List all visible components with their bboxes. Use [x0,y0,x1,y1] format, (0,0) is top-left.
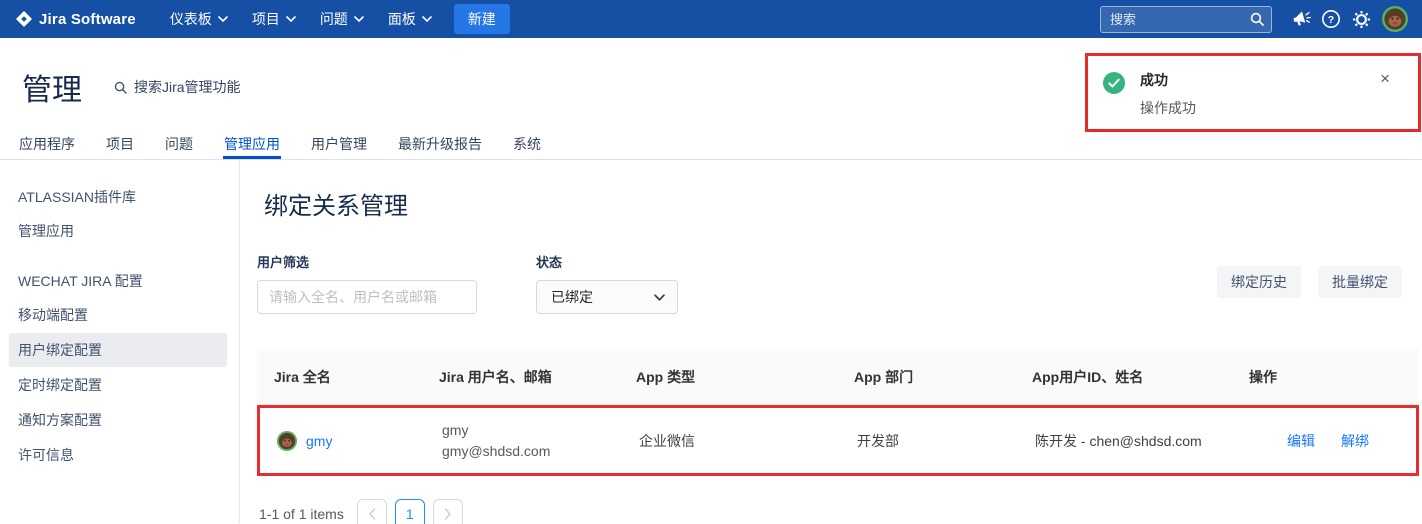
nav-item-label: 项目 [252,9,280,29]
toast-texts: 成功 操作成功 [1140,70,1196,128]
nav-item-boards[interactable]: 面板 [376,0,444,38]
megaphone-icon[interactable] [1286,4,1316,34]
cell-app-department: 开发部 [840,408,1018,473]
sidebar-item-notification-scheme-config[interactable]: 通知方案配置 [9,403,227,437]
table-row-annotation-box: gmy gmy gmy@shdsd.com 企业微信 开发部 陈开发 - che… [257,405,1419,476]
chevron-right-icon [444,508,452,520]
cell-username-email: gmy gmy@shdsd.com [425,408,622,473]
filter-actions: 绑定历史 批量绑定 [1217,266,1402,298]
column-header-app-userid-name: App用户ID、姓名 [1015,349,1232,404]
unbind-link[interactable]: 解绑 [1341,431,1369,451]
chevron-down-icon [654,294,665,301]
status-filter: 状态 已绑定 [536,252,678,314]
logo-text: Jira Software [39,11,136,28]
sidebar-item-manage-apps[interactable]: 管理应用 [9,214,227,248]
chevron-down-icon [422,16,432,22]
chevron-down-icon [218,16,228,22]
pagination-summary: 1-1 of 1 items [259,506,344,522]
nav-item-label: 仪表板 [170,9,212,29]
admin-search[interactable]: 搜索Jira管理功能 [114,77,241,97]
column-header-actions: 操作 [1232,349,1419,404]
svg-text:?: ? [1328,14,1334,26]
tab-applications[interactable]: 应用程序 [18,130,76,159]
create-button[interactable]: 新建 [454,4,510,34]
chevron-down-icon [354,16,364,22]
toast-message: 操作成功 [1140,98,1196,118]
admin-tabs: 应用程序 项目 问题 管理应用 用户管理 最新升级报告 系统 [0,130,1422,160]
page-title: 管理 [22,65,82,109]
search-icon [1250,12,1264,31]
toast-annotation-box: 成功 操作成功 × [1085,53,1421,132]
sidebar-item-license-info[interactable]: 许可信息 [9,438,227,472]
table-header-row: Jira 全名 Jira 用户名、邮箱 App 类型 App 部门 App用户I… [257,349,1419,405]
nav-item-label: 面板 [388,9,416,29]
sidebar-header-wechat-jira-config: WECHAT JIRA 配置 [9,264,227,298]
nav-search-input[interactable] [1100,6,1272,33]
main-content: 绑定关系管理 用户筛选 状态 已绑定 绑定历史 批量绑定 [240,160,1422,523]
row-username: gmy [442,422,468,438]
toast-title: 成功 [1140,70,1196,90]
column-header-app-type: App 类型 [619,349,837,404]
sidebar-header-atlassian-marketplace: ATLASSIAN插件库 [9,180,227,214]
column-header-jira-fullname: Jira 全名 [257,349,422,404]
help-icon[interactable]: ? [1316,4,1346,34]
pagination-page-1-button[interactable]: 1 [395,499,425,524]
tab-system[interactable]: 系统 [512,130,542,159]
jira-diamond-icon [16,11,32,27]
chevron-down-icon [286,16,296,22]
body: ATLASSIAN插件库 管理应用 WECHAT JIRA 配置 移动端配置 用… [0,160,1422,523]
top-nav: Jira Software 仪表板 项目 问题 面板 新建 ? [0,0,1422,38]
binding-table: Jira 全名 Jira 用户名、邮箱 App 类型 App 部门 App用户I… [257,349,1419,476]
nav-item-dashboards[interactable]: 仪表板 [158,0,240,38]
cell-app-user: 陈开发 - chen@shdsd.com [1018,408,1235,473]
user-filter-input[interactable] [257,280,477,314]
gear-icon[interactable] [1346,4,1376,34]
filters-row: 用户筛选 状态 已绑定 绑定历史 批量绑定 [257,252,1420,314]
batch-binding-button[interactable]: 批量绑定 [1318,266,1402,298]
close-icon[interactable]: × [1380,70,1390,87]
row-avatar [277,431,297,451]
table-row: gmy gmy gmy@shdsd.com 企业微信 开发部 陈开发 - che… [260,408,1416,473]
user-profile-link[interactable]: gmy [306,433,332,449]
search-icon [114,81,127,94]
nav-item-label: 问题 [320,9,348,29]
user-avatar[interactable] [1382,6,1408,32]
status-select-value: 已绑定 [551,287,593,307]
tab-issues[interactable]: 问题 [164,130,194,159]
nav-item-projects[interactable]: 项目 [240,0,308,38]
cell-actions: 编辑 解绑 [1235,408,1416,473]
cell-jira-fullname: gmy [260,408,425,473]
sidebar-item-mobile-config[interactable]: 移动端配置 [9,298,227,332]
tab-user-management[interactable]: 用户管理 [310,130,368,159]
row-email: gmy@shdsd.com [442,443,550,459]
sidebar-item-scheduled-binding-config[interactable]: 定时绑定配置 [9,368,227,402]
tab-manage-apps[interactable]: 管理应用 [223,130,281,159]
user-filter: 用户筛选 [257,252,477,314]
admin-search-hint: 搜索Jira管理功能 [134,77,241,97]
nav-search [1100,6,1272,33]
status-select[interactable]: 已绑定 [536,280,678,314]
sidebar-item-user-binding-config[interactable]: 用户绑定配置 [9,333,227,367]
pagination-prev-button[interactable] [357,499,387,524]
nav-menu: 仪表板 项目 问题 面板 [158,0,444,38]
pagination-next-button[interactable] [433,499,463,524]
success-toast: 成功 操作成功 × [1089,57,1417,128]
pagination: 1-1 of 1 items 1 [259,499,1420,524]
tab-upgrade-report[interactable]: 最新升级报告 [397,130,483,159]
edit-link[interactable]: 编辑 [1287,431,1315,451]
column-header-app-department: App 部门 [837,349,1015,404]
sidebar: ATLASSIAN插件库 管理应用 WECHAT JIRA 配置 移动端配置 用… [0,160,240,523]
tab-projects[interactable]: 项目 [105,130,135,159]
binding-history-button[interactable]: 绑定历史 [1217,266,1301,298]
page: Jira Software 仪表板 项目 问题 面板 新建 ? [0,0,1422,524]
status-filter-label: 状态 [536,252,678,271]
success-check-icon [1103,72,1125,128]
jira-logo[interactable]: Jira Software [16,11,136,28]
nav-item-issues[interactable]: 问题 [308,0,376,38]
column-header-jira-username-email: Jira 用户名、邮箱 [422,349,619,404]
cell-app-type: 企业微信 [622,408,840,473]
section-title: 绑定关系管理 [264,186,1420,221]
user-filter-label: 用户筛选 [257,252,477,271]
chevron-left-icon [368,508,376,520]
